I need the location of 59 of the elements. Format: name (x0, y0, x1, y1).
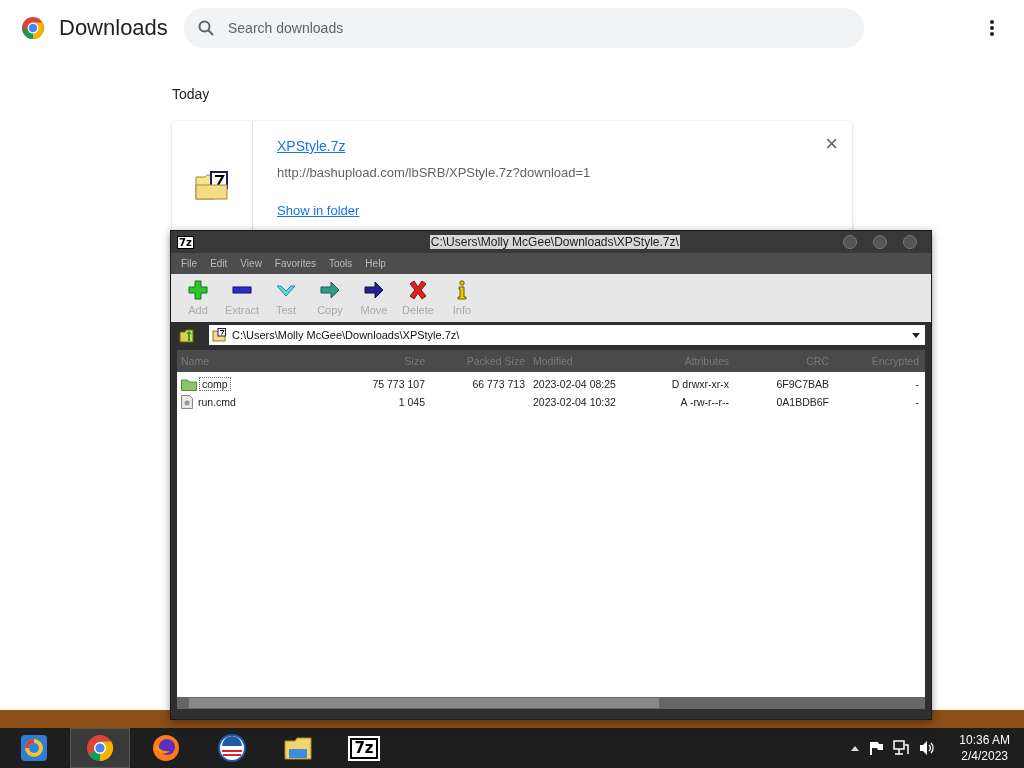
taskbar-button[interactable] (70, 728, 130, 768)
network-icon[interactable] (893, 740, 910, 756)
window-control-button[interactable] (903, 235, 917, 249)
table-cell-text: A -rw-r--r-- (679, 396, 730, 408)
table-cell-text: 2023-02-04 10:32 (532, 396, 617, 408)
clock-time[interactable]: 10:36 AM (959, 732, 1010, 748)
archive-file-icon (195, 171, 229, 201)
circle-logo-icon (217, 733, 247, 763)
table-cell-text: D drwxr-xr-x (670, 378, 730, 390)
delete-icon (408, 280, 428, 300)
menu-item[interactable]: View (240, 258, 262, 269)
menu-item[interactable]: Favorites (274, 258, 316, 269)
table-cell-text: 66 773 713 (471, 378, 526, 390)
menu-item[interactable]: File (181, 258, 198, 269)
page-title: Downloads (59, 15, 169, 41)
copy-icon (320, 280, 340, 300)
window-control-button[interactable] (873, 235, 887, 249)
chrome-logo-icon (21, 16, 45, 40)
folder-up-icon[interactable] (179, 327, 195, 343)
window-title: C:\Users\Molly McGee\Downloads\XPStyle.7z\ (429, 235, 680, 249)
address-text: C:\Users\Molly McGee\Downloads\XPStyle.7z\ (232, 329, 461, 341)
menu-item[interactable]: Edit (210, 258, 228, 269)
volume-icon[interactable] (919, 740, 936, 756)
menu-item[interactable]: Help (365, 258, 386, 269)
show-hidden-icons-icon[interactable] (851, 745, 860, 751)
browser-icon (85, 733, 115, 763)
taskbar-button[interactable]: 7z (334, 728, 394, 768)
section-heading: Today (172, 86, 211, 102)
download-url: http://bashupload.com/lbSRB/XPStyle.7z?download=1 (277, 165, 591, 180)
file-name-link[interactable]: XPStyle.7z (277, 138, 346, 154)
horizontal-scrollbar[interactable] (177, 697, 925, 709)
table-cell-text: 6F9C7BAB (775, 378, 830, 390)
search-field[interactable]: Search downloads (184, 8, 864, 48)
folder-icon (181, 377, 197, 391)
add-icon (188, 280, 208, 300)
file-name[interactable]: comp (199, 377, 231, 391)
start-orb-icon (19, 733, 49, 763)
table-cell-text: - (914, 396, 920, 408)
app-logo-icon: 7z (177, 235, 194, 249)
table-cell-text: 1 045 (397, 396, 426, 408)
table-cell-text: 2023-02-04 08:25 (532, 378, 617, 390)
flag-icon[interactable] (869, 741, 884, 755)
show-in-folder-link[interactable]: Show in folder (277, 203, 360, 218)
close-button[interactable]: × (825, 133, 838, 155)
move-icon (364, 280, 384, 300)
window-control-button[interactable] (843, 235, 857, 249)
file-icon (181, 395, 193, 409)
archive-icon (212, 328, 226, 342)
search-icon (198, 20, 214, 36)
clock-date[interactable]: 2/4/2023 (961, 748, 1008, 764)
file-name[interactable]: run.cmd (195, 395, 239, 409)
menu-item[interactable]: Tools (329, 258, 353, 269)
table-cell-text: 75 773 107 (371, 378, 426, 390)
fox-browser-icon (151, 733, 181, 763)
table-cell-text: 0A1BDB6F (775, 396, 830, 408)
dropdown-caret-icon (912, 332, 920, 338)
more-menu-icon[interactable] (990, 20, 994, 36)
address-field[interactable]: C:\Users\Molly McGee\Downloads\XPStyle.7z\ (209, 325, 925, 345)
table-cell-text: - (914, 378, 920, 390)
